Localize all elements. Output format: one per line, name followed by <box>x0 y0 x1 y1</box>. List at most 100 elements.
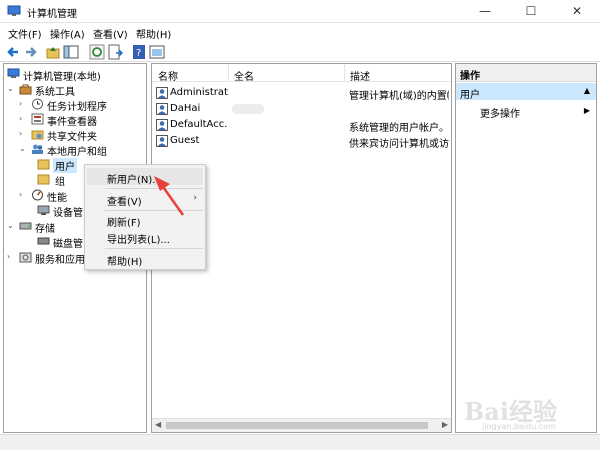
table-row[interactable]: Guest 供来宾访问计算机或访问 <box>152 133 451 150</box>
tree-label-shared-folders: 共享文件夹 <box>47 132 97 143</box>
toolbox-icon <box>19 84 32 95</box>
column-header-fullname[interactable]: 全名 <box>234 68 254 83</box>
performance-icon <box>32 189 43 201</box>
submenu-chevron-icon: › <box>193 193 197 203</box>
users-group-icon <box>32 144 43 154</box>
folder-icon <box>37 174 50 185</box>
actions-section-users[interactable]: 用户 ▲ <box>456 83 596 101</box>
expand-chevron-icon[interactable]: › <box>19 114 28 123</box>
toolbar: ? <box>0 42 600 62</box>
shared-folder-icon <box>31 130 44 140</box>
computer-management-icon <box>7 5 21 16</box>
expand-chevron-icon[interactable]: › <box>7 252 16 261</box>
tree-label-users: 用户 <box>53 158 77 173</box>
window-title: 计算机管理 <box>27 9 77 20</box>
user-description: 管理计算机(域)的内置帐户 <box>349 91 449 102</box>
svg-text:?: ? <box>136 48 141 59</box>
list-header: 名称 全名 描述 <box>152 64 451 83</box>
scroll-left-arrow-icon[interactable]: ◀ <box>155 420 161 429</box>
table-row[interactable]: DaHai <box>152 101 451 117</box>
show-hide-tree-icon[interactable] <box>63 44 79 60</box>
scroll-right-arrow-icon[interactable]: ▶ <box>442 420 448 429</box>
column-divider[interactable] <box>344 64 345 82</box>
clock-icon <box>32 98 43 110</box>
status-bar <box>0 434 600 450</box>
column-divider[interactable] <box>228 64 229 82</box>
help-icon[interactable]: ? <box>131 44 147 60</box>
back-arrow-icon[interactable] <box>5 44 21 60</box>
services-icon <box>19 252 32 263</box>
submenu-arrow-icon[interactable]: ▶ <box>584 106 590 115</box>
collapse-triangle-icon[interactable]: ▲ <box>584 86 590 95</box>
tree-label-disk-management: 磁盘管 <box>53 239 83 250</box>
minimize-button[interactable]: — <box>462 0 508 23</box>
storage-icon <box>19 222 32 230</box>
table-row[interactable]: Administrat... 管理计算机(域)的内置帐户 <box>152 85 451 102</box>
menu-divider <box>105 248 203 249</box>
user-icon <box>156 87 168 99</box>
user-name: DaHai <box>170 103 201 114</box>
menu-divider <box>105 210 203 211</box>
context-menu: 新用户(N)... 查看(V) › 刷新(F) 导出列表(L)... 帮助(H) <box>84 164 206 270</box>
user-name: DefaultAcc... <box>170 119 228 130</box>
expand-chevron-icon[interactable]: › <box>19 99 28 108</box>
actions-section-label: 用户 <box>460 90 480 101</box>
refresh-icon[interactable] <box>89 44 105 60</box>
user-name: Guest <box>170 135 200 146</box>
tree-label-event-viewer: 事件查看器 <box>47 117 97 128</box>
tree-label-storage: 存储 <box>35 224 55 235</box>
user-icon <box>156 135 168 147</box>
user-icon <box>156 103 168 115</box>
column-header-name[interactable]: 名称 <box>158 68 178 83</box>
event-log-icon <box>31 113 44 125</box>
user-icon <box>156 119 168 131</box>
menu-item-refresh[interactable]: 刷新(F) <box>107 214 141 229</box>
more-actions-link[interactable]: 更多操作 <box>480 105 520 120</box>
tree-label-task-scheduler: 任务计划程序 <box>47 102 107 113</box>
tree-label-system-tools: 系统工具 <box>35 87 75 98</box>
menu-help[interactable]: 帮助(H) <box>136 26 171 41</box>
column-header-description[interactable]: 描述 <box>350 68 370 83</box>
menu-bar: 文件(F) 操作(A) 查看(V) 帮助(H) <box>0 23 600 41</box>
collapse-chevron-icon[interactable]: ⌄ <box>7 221 16 230</box>
close-button[interactable]: ✕ <box>554 0 600 23</box>
tree-label-device-manager: 设备管 <box>53 208 83 219</box>
actions-header: 操作 <box>456 64 596 82</box>
up-folder-icon[interactable] <box>45 44 61 60</box>
user-name: Administrat... <box>170 87 228 98</box>
expand-chevron-icon[interactable]: › <box>19 190 28 199</box>
collapse-chevron-icon[interactable]: ⌄ <box>19 144 28 153</box>
tree-label-groups: 组 <box>55 177 65 188</box>
actions-pane: 操作 用户 ▲ 更多操作 ▶ <box>455 63 597 433</box>
forward-arrow-icon[interactable] <box>23 44 39 60</box>
menu-item-help[interactable]: 帮助(H) <box>107 253 142 268</box>
horizontal-scrollbar[interactable]: ◀ ▶ <box>152 418 451 432</box>
menu-divider <box>105 188 203 189</box>
disk-icon <box>37 237 50 245</box>
properties-icon[interactable] <box>149 44 165 60</box>
tree-label-root: 计算机管理(本地) <box>23 72 101 83</box>
expand-chevron-icon[interactable]: › <box>19 129 28 138</box>
title-bar: 计算机管理 — ☐ ✕ <box>0 0 600 23</box>
menu-item-new-user[interactable]: 新用户(N)... <box>107 171 162 186</box>
tree-label-performance: 性能 <box>47 193 67 204</box>
export-list-icon[interactable] <box>107 44 123 60</box>
baidu-watermark-url: jingyan.baidu.com <box>482 422 556 431</box>
collapse-chevron-icon[interactable]: ⌄ <box>7 84 16 93</box>
tree-label-services-apps: 服务和应用 <box>35 255 85 266</box>
table-row[interactable]: DefaultAcc... 系统管理的用户帐户。 <box>152 117 451 134</box>
computer-management-icon <box>7 68 20 78</box>
menu-item-export-list[interactable]: 导出列表(L)... <box>107 231 170 246</box>
user-description: 系统管理的用户帐户。 <box>349 123 449 134</box>
scrollbar-thumb[interactable] <box>166 422 428 429</box>
folder-icon <box>37 159 50 170</box>
menu-action[interactable]: 操作(A) <box>50 26 85 41</box>
tree-label-local-users-groups: 本地用户和组 <box>47 147 107 158</box>
user-description: 供来宾访问计算机或访问 <box>349 139 449 150</box>
redacted-fullname <box>232 104 264 114</box>
maximize-button[interactable]: ☐ <box>508 0 554 23</box>
menu-item-view[interactable]: 查看(V) <box>107 193 142 208</box>
menu-view[interactable]: 查看(V) <box>93 26 128 41</box>
device-manager-icon <box>37 205 50 215</box>
menu-file[interactable]: 文件(F) <box>8 26 42 41</box>
